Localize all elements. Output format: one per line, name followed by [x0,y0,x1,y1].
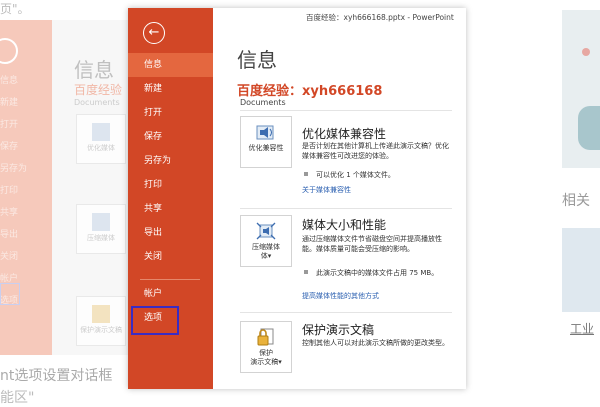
section-title: 优化媒体兼容性 [302,127,387,141]
sidebar-item-open[interactable]: 打开 [128,101,213,125]
bg-side-item: 导出 [0,230,19,240]
bg-related-thumbnail-2[interactable] [562,228,600,312]
protect-presentation-button[interactable]: 保护 演示文稿▾ [240,321,292,373]
bg-ppt-docs: Documents [74,98,120,107]
back-arrow-icon[interactable]: ← [143,22,165,44]
about-media-compat-link[interactable]: 关于媒体兼容性 [302,185,351,195]
bg-ppt-subtitle: 百度经验 [74,83,123,97]
media-compat-icon [256,125,274,140]
bg-side-item: 打开 [0,120,19,130]
button-label: 保护 [259,349,273,357]
bg-caption: nt选项设置对话框 [0,368,113,384]
bg-ppt-button: 压缩媒体 [76,204,126,254]
sidebar-item-save-as[interactable]: 另存为 [128,149,213,173]
compress-icon [92,213,110,231]
bg-ppt-title: 信息 [74,58,114,82]
section-description: 通过压缩媒体文件节省磁盘空间并提高播放性能。媒体质量可能会受压缩的影响。 [302,235,442,253]
media-icon [92,123,110,141]
button-label: 优化兼容性 [248,144,284,152]
bg-side-item: 共享 [0,208,19,218]
section-bullet: 可以优化 1 个媒体文件。 [304,170,444,180]
sidebar-item-print[interactable]: 打印 [128,173,213,197]
bullet-icon [304,270,308,274]
bg-caption-2: 能区" [0,390,35,406]
bg-side-item: 打印 [0,186,19,196]
button-label: 压缩媒体 [252,243,280,251]
compress-media-button[interactable]: 压缩媒体 体▾ [240,215,292,267]
optimize-compatibility-button[interactable]: 优化兼容性 [240,116,292,168]
section-title: 媒体大小和性能 [302,218,387,232]
section-description: 是否计划在其他计算机上传递此演示文稿？优化媒体兼容性可改进您的体验。 [302,142,449,160]
bg-related-link[interactable]: 工业 [570,320,594,337]
lock-icon [92,305,110,323]
button-label-2: 演示文稿 [250,358,279,366]
section-divider [240,208,452,209]
sidebar-item-new[interactable]: 新建 [128,77,213,101]
section-title: 保护演示文稿 [302,323,375,337]
bullet-icon [304,172,308,176]
document-name: 百度经验：xyh666168 [237,84,383,99]
sidebar-item-share[interactable]: 共享 [128,197,213,221]
bg-highlight-box [0,283,20,305]
sidebar-item-close[interactable]: 关闭 [128,245,213,269]
sidebar-item-account[interactable]: 帐户 [128,282,213,306]
bg-back-icon [0,38,18,64]
backstage-sidebar: ← 信息 新建 打开 保存 另存为 打印 共享 导出 关闭 帐户 选项 [128,8,213,389]
button-label-2: 体 [260,252,268,260]
bg-side-item: 关闭 [0,252,19,262]
powerpoint-backstage-window: ← 信息 新建 打开 保存 另存为 打印 共享 导出 关闭 帐户 选项 百度经验… [128,8,466,389]
document-location: Documents [240,98,286,107]
section-bullet: 此演示文稿中的媒体文件占用 75 MB。 [304,268,444,278]
options-highlight-box [131,306,179,335]
section-divider [240,110,452,111]
bg-side-item: 信息 [0,76,19,86]
media-performance-link[interactable]: 提高媒体性能的其他方式 [302,291,379,301]
bg-side-item: 保存 [0,142,19,152]
bg-ppt-button: 保护演示文稿 [76,296,126,346]
section-divider [240,312,452,313]
sidebar-item-export[interactable]: 导出 [128,221,213,245]
bg-related-label: 相关 [562,193,590,209]
sidebar-item-save[interactable]: 保存 [128,125,213,149]
bg-related-thumbnail[interactable] [562,10,600,168]
bg-top-text: 页"。 [0,2,30,16]
section-description: 控制其他人可以对此演示文稿所做的更改类型。 [302,339,449,347]
lock-document-icon [257,328,274,346]
sidebar-item-info[interactable]: 信息 [128,53,213,77]
compress-media-icon [256,222,276,240]
bg-ppt-button: 优化媒体 [76,114,126,164]
bg-side-item: 新建 [0,98,19,108]
thumb-shape [578,106,600,150]
bg-side-item: 另存为 [0,164,28,174]
thumb-dot [582,48,590,56]
window-title: 百度经验：xyh666168.pptx - PowerPoint [306,13,454,22]
page-title: 信息 [237,48,277,72]
sidebar-divider [140,279,200,280]
